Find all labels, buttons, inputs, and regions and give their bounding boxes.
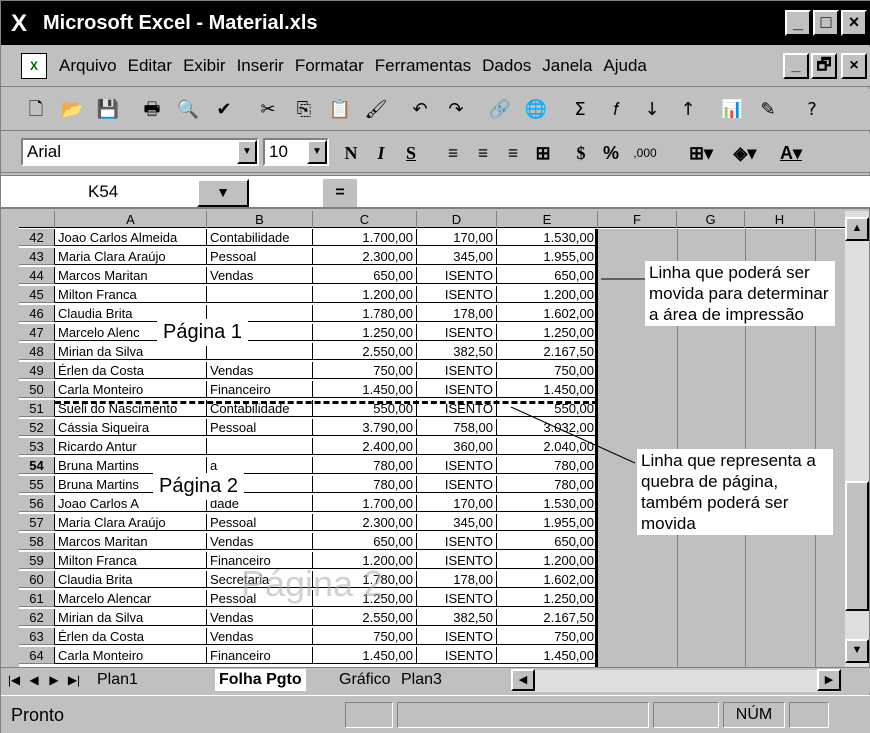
scroll-thumb[interactable] — [845, 481, 869, 611]
italic-button[interactable]: I — [367, 141, 395, 165]
equals-button[interactable]: = — [323, 179, 357, 207]
fill-color-icon[interactable]: ◈▾ — [725, 141, 765, 165]
next-sheet-icon[interactable]: ▶ — [45, 670, 63, 690]
sheet-tab-2[interactable]: Folha Pgto — [215, 669, 306, 691]
autosum-icon[interactable]: Σ — [565, 97, 595, 123]
print-area-note: Linha que poderá ser movida para determi… — [645, 261, 835, 326]
save-icon[interactable]: 💾 — [93, 97, 123, 123]
font-size-value: 10 — [269, 142, 288, 161]
sheet-tab-3[interactable]: Gráfico — [339, 669, 391, 691]
horizontal-scrollbar[interactable]: ◀ ▶ — [511, 669, 841, 692]
chevron-down-icon[interactable]: ▼ — [307, 140, 327, 164]
chevron-down-icon[interactable]: ▼ — [237, 140, 257, 164]
spelling-icon[interactable]: ✔ — [209, 97, 239, 123]
underline-button[interactable]: S — [397, 141, 425, 165]
menu-bar: X Arquivo Editar Exibir Inserir Formatar Ferr… — [1, 47, 870, 87]
scroll-left-icon[interactable]: ◀ — [511, 669, 535, 691]
hyperlink-icon[interactable]: 🔗 — [485, 97, 515, 123]
borders-icon[interactable]: ⊞▾ — [681, 141, 721, 165]
align-right-icon[interactable]: ≡ — [499, 141, 527, 165]
doc-close-button[interactable]: × — [841, 53, 867, 79]
excel-app-icon[interactable]: X — [11, 10, 27, 38]
window-title: Microsoft Excel - Material.xls — [43, 12, 318, 34]
font-color-icon[interactable]: A▾ — [771, 141, 811, 165]
align-center-icon[interactable]: ≡ — [469, 141, 497, 165]
menu-ferramentas[interactable]: Ferramentas — [375, 56, 471, 75]
status-panel — [789, 702, 829, 728]
bold-button[interactable]: N — [337, 141, 365, 165]
scroll-right-icon[interactable]: ▶ — [817, 669, 841, 691]
open-folder-icon[interactable]: 📂 — [57, 97, 87, 123]
drawing-icon[interactable]: ✎ — [753, 97, 783, 123]
redo-icon[interactable]: ↷ — [441, 97, 471, 123]
copy-icon[interactable]: ⎘ — [289, 97, 319, 123]
sheet-tab-1[interactable]: Plan1 — [97, 669, 138, 691]
font-name-select[interactable]: Arial ▼ — [21, 138, 259, 166]
menu-janela[interactable]: Janela — [542, 56, 592, 75]
paste-icon[interactable]: 📋 — [325, 97, 355, 123]
scroll-down-icon[interactable]: ▼ — [845, 639, 869, 663]
menu-editar[interactable]: Editar — [128, 56, 172, 75]
left-gutter — [1, 211, 19, 667]
formatting-toolbar: Arial ▼ 10 ▼ N I S ≡ ≡ ≡ ⊞ $ % ,000 ⊞▾ ◈… — [1, 133, 870, 173]
page-break-note: Linha que representa a quebra de página,… — [637, 449, 833, 535]
status-panel — [345, 702, 393, 728]
status-panel — [653, 702, 719, 728]
name-box[interactable]: K54 — [3, 178, 187, 206]
sort-ascending-icon[interactable]: ↓ — [637, 97, 667, 123]
cut-icon[interactable]: ✂ — [253, 97, 283, 123]
web-toolbar-icon[interactable]: 🌐 — [521, 97, 551, 123]
undo-icon[interactable]: ↶ — [405, 97, 435, 123]
standard-toolbar: 🗋 📂 💾 🖶 🔍 ✔ ✂ ⎘ 📋 🖌 ↶ ↷ 🔗 🌐 Σ𝑓 ↓ ↑ 📊 ✎? — [1, 89, 870, 131]
workbook-icon[interactable]: X — [21, 53, 47, 79]
excel-window: X Microsoft Excel - Material.xls _ □ × X… — [0, 0, 870, 733]
percent-button[interactable]: % — [597, 141, 625, 165]
sheet-tab-4[interactable]: Plan3 — [401, 669, 442, 691]
menu-exibir[interactable]: Exibir — [183, 56, 226, 75]
new-document-icon[interactable]: 🗋 — [21, 97, 51, 123]
font-size-select[interactable]: 10 ▼ — [263, 138, 329, 166]
doc-minimize-button[interactable]: _ — [783, 53, 809, 79]
print-preview-icon[interactable]: 🔍 — [173, 97, 203, 123]
scroll-up-icon[interactable]: ▲ — [845, 217, 869, 241]
print-icon[interactable]: 🖶 — [137, 97, 167, 123]
worksheet-grid[interactable]: ABCDEFGH 42 Joao Carlos Almeida Contabilid… — [19, 211, 845, 667]
merge-center-icon[interactable]: ⊞ — [529, 141, 557, 165]
minimize-button[interactable]: _ — [785, 10, 811, 36]
function-icon[interactable]: 𝑓 — [601, 97, 631, 123]
last-sheet-icon[interactable]: ▶| — [65, 670, 83, 690]
menu-dados[interactable]: Dados — [482, 56, 531, 75]
sheet-tab-bar: |◀ ◀ ▶ ▶| Plan1 Folha Pgto Gráfico Plan3 ◀ … — [1, 667, 870, 693]
menu-inserir[interactable]: Inserir — [237, 56, 284, 75]
menu-ajuda[interactable]: Ajuda — [603, 56, 646, 75]
sort-descending-icon[interactable]: ↑ — [673, 97, 703, 123]
num-lock-indicator: NÚM — [723, 702, 785, 728]
align-left-icon[interactable]: ≡ — [439, 141, 467, 165]
doc-restore-button[interactable]: 🗗 — [811, 53, 837, 79]
help-icon[interactable]: ? — [797, 97, 827, 123]
menu-items: Arquivo Editar Exibir Inserir Formatar Ferram… — [59, 56, 658, 76]
status-panel — [397, 702, 649, 728]
prev-sheet-icon[interactable]: ◀ — [25, 670, 43, 690]
maximize-button[interactable]: □ — [813, 10, 839, 36]
status-bar: Pronto NÚM — [1, 695, 870, 733]
thousands-button[interactable]: ,000 — [625, 141, 665, 165]
menu-formatar[interactable]: Formatar — [295, 56, 364, 75]
menu-arquivo[interactable]: Arquivo — [59, 56, 117, 75]
title-bar: X Microsoft Excel - Material.xls _ □ × — [1, 1, 870, 45]
font-name-value: Arial — [27, 142, 62, 161]
chart-wizard-icon[interactable]: 📊 — [717, 97, 747, 123]
first-sheet-icon[interactable]: |◀ — [5, 670, 23, 690]
chevron-down-icon[interactable]: ▼ — [197, 179, 249, 207]
vertical-scrollbar[interactable]: ▲ ▼ — [845, 211, 869, 667]
status-text: Pronto — [11, 705, 65, 725]
format-painter-icon[interactable]: 🖌 — [361, 97, 391, 123]
close-button[interactable]: × — [841, 10, 867, 36]
formula-bar: K54 ▼ = — [1, 175, 870, 209]
currency-icon[interactable]: $ — [567, 141, 595, 165]
